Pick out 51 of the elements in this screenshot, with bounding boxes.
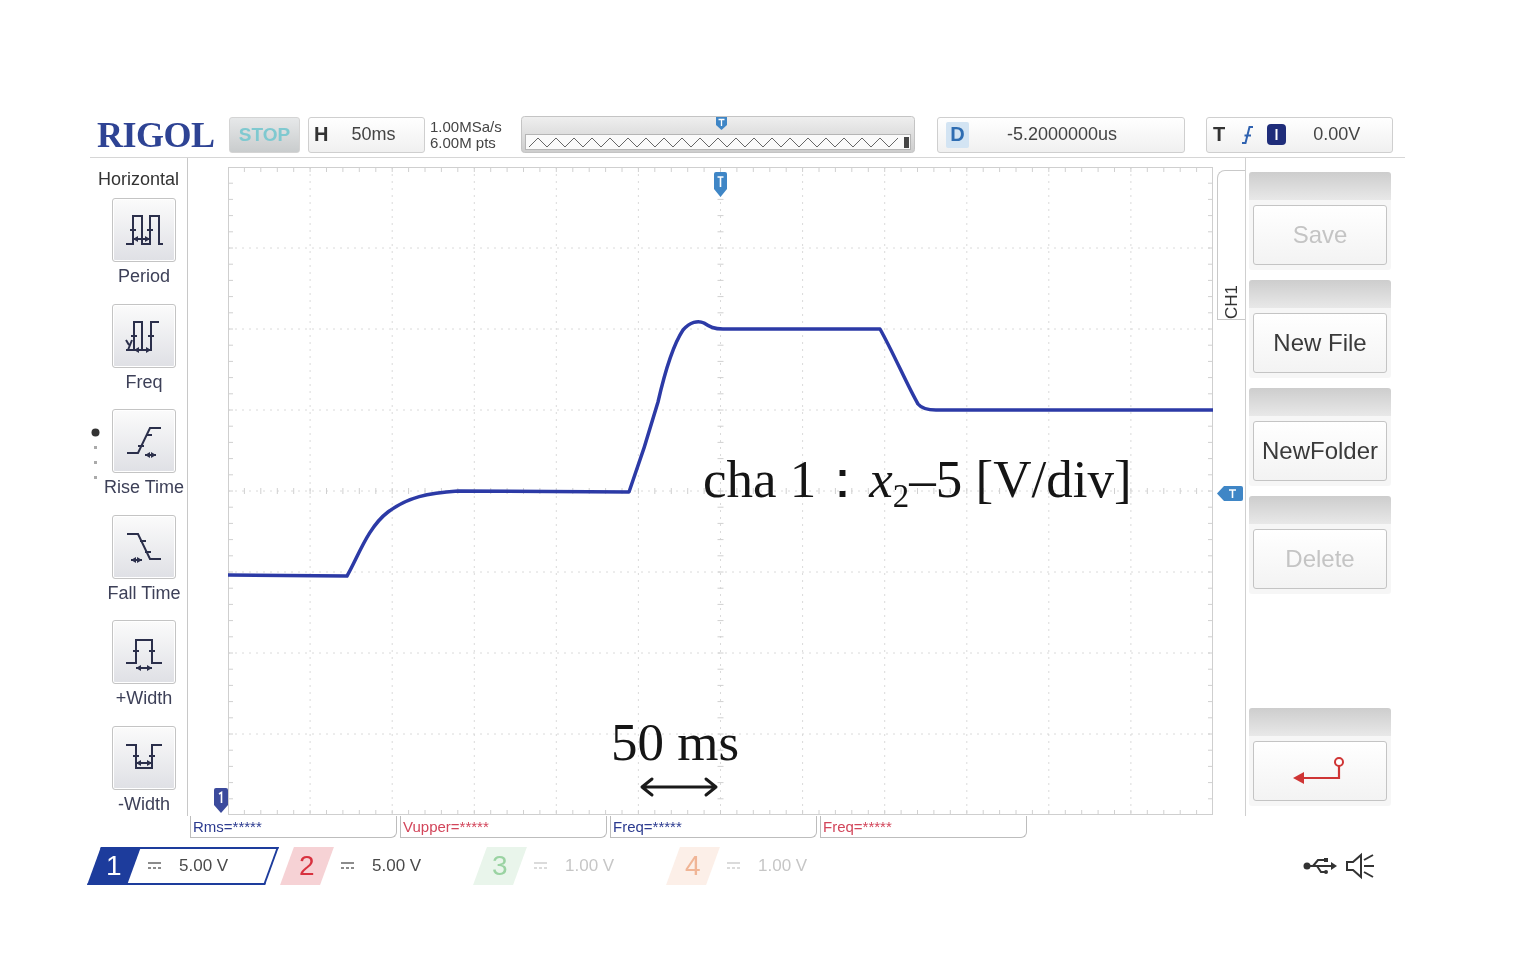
measurement-readout[interactable]: Rms=***** — [190, 816, 397, 838]
brand-logo: RIGOL — [97, 113, 216, 156]
measure-button[interactable] — [112, 725, 176, 790]
dc-coupling-icon — [341, 862, 354, 870]
trigger-level-marker-icon — [1217, 486, 1243, 501]
timebase-label: H — [314, 123, 329, 146]
measure-label: +Width — [115, 688, 173, 708]
measure-button[interactable] — [112, 303, 176, 368]
menu-softkey[interactable]: NewFolder — [1249, 388, 1391, 486]
dc-coupling-icon — [148, 862, 161, 870]
trigger-position-marker-icon — [713, 172, 728, 198]
rising-edge-icon — [1241, 124, 1255, 145]
measure-label: Fall Time — [107, 582, 181, 603]
sample-rate-text: 1.00MSa/s — [430, 118, 503, 135]
dc-coupling-icon — [727, 862, 740, 870]
delay-value: -5.2000000us — [1007, 124, 1118, 145]
delay-box[interactable]: D -5.2000000us — [937, 116, 1185, 153]
measure-button[interactable] — [112, 409, 176, 473]
panel-title: Horizontal — [96, 168, 180, 189]
measure-label: -Width — [118, 793, 170, 814]
channel-scale: 5.00 V — [372, 856, 422, 876]
time-scale-annotation: 50 ms — [611, 712, 740, 772]
measure-button[interactable] — [112, 514, 176, 579]
memory-depth-text: 6.00M pts — [430, 134, 497, 151]
measure-label: Rise Time — [104, 477, 184, 497]
trigger-label: T — [1213, 123, 1226, 146]
trigger-box[interactable]: T 0.00V — [1206, 116, 1393, 153]
measurement-readout[interactable]: Vupper=***** — [400, 816, 607, 838]
measure-button[interactable] — [112, 620, 176, 684]
channel-tab[interactable]: CH1 — [1217, 170, 1245, 320]
dc-coupling-icon — [534, 862, 547, 870]
channel-scale: 5.00 V — [179, 856, 229, 876]
channel-number[interactable]: 1 — [87, 847, 141, 885]
axis-annotation: cha 1：x$_{2}$–5 [V/div] — [703, 449, 1132, 509]
double-arrow-icon — [638, 776, 720, 798]
channel-marker-icon — [213, 788, 229, 814]
trigger-level-value: 0.00V — [1313, 124, 1361, 145]
speaker-icon — [1345, 852, 1375, 880]
menu-softkey[interactable]: New File — [1249, 280, 1391, 378]
measurement-readout[interactable]: Freq=***** — [610, 816, 817, 838]
channel-scale: 1.00 V — [565, 856, 615, 876]
channel-source-icon — [1267, 124, 1287, 145]
timebase-box[interactable]: H 50ms — [308, 116, 425, 153]
channel-scale: 1.00 V — [758, 856, 808, 876]
timebase-value: 50ms — [351, 124, 396, 145]
measure-button[interactable] — [112, 198, 176, 262]
measure-label: Freq — [125, 371, 163, 392]
measure-label: Period — [118, 266, 170, 286]
usb-icon — [1303, 858, 1337, 874]
delay-label: D — [946, 121, 969, 148]
measurement-readout[interactable]: Freq=***** — [820, 816, 1027, 838]
